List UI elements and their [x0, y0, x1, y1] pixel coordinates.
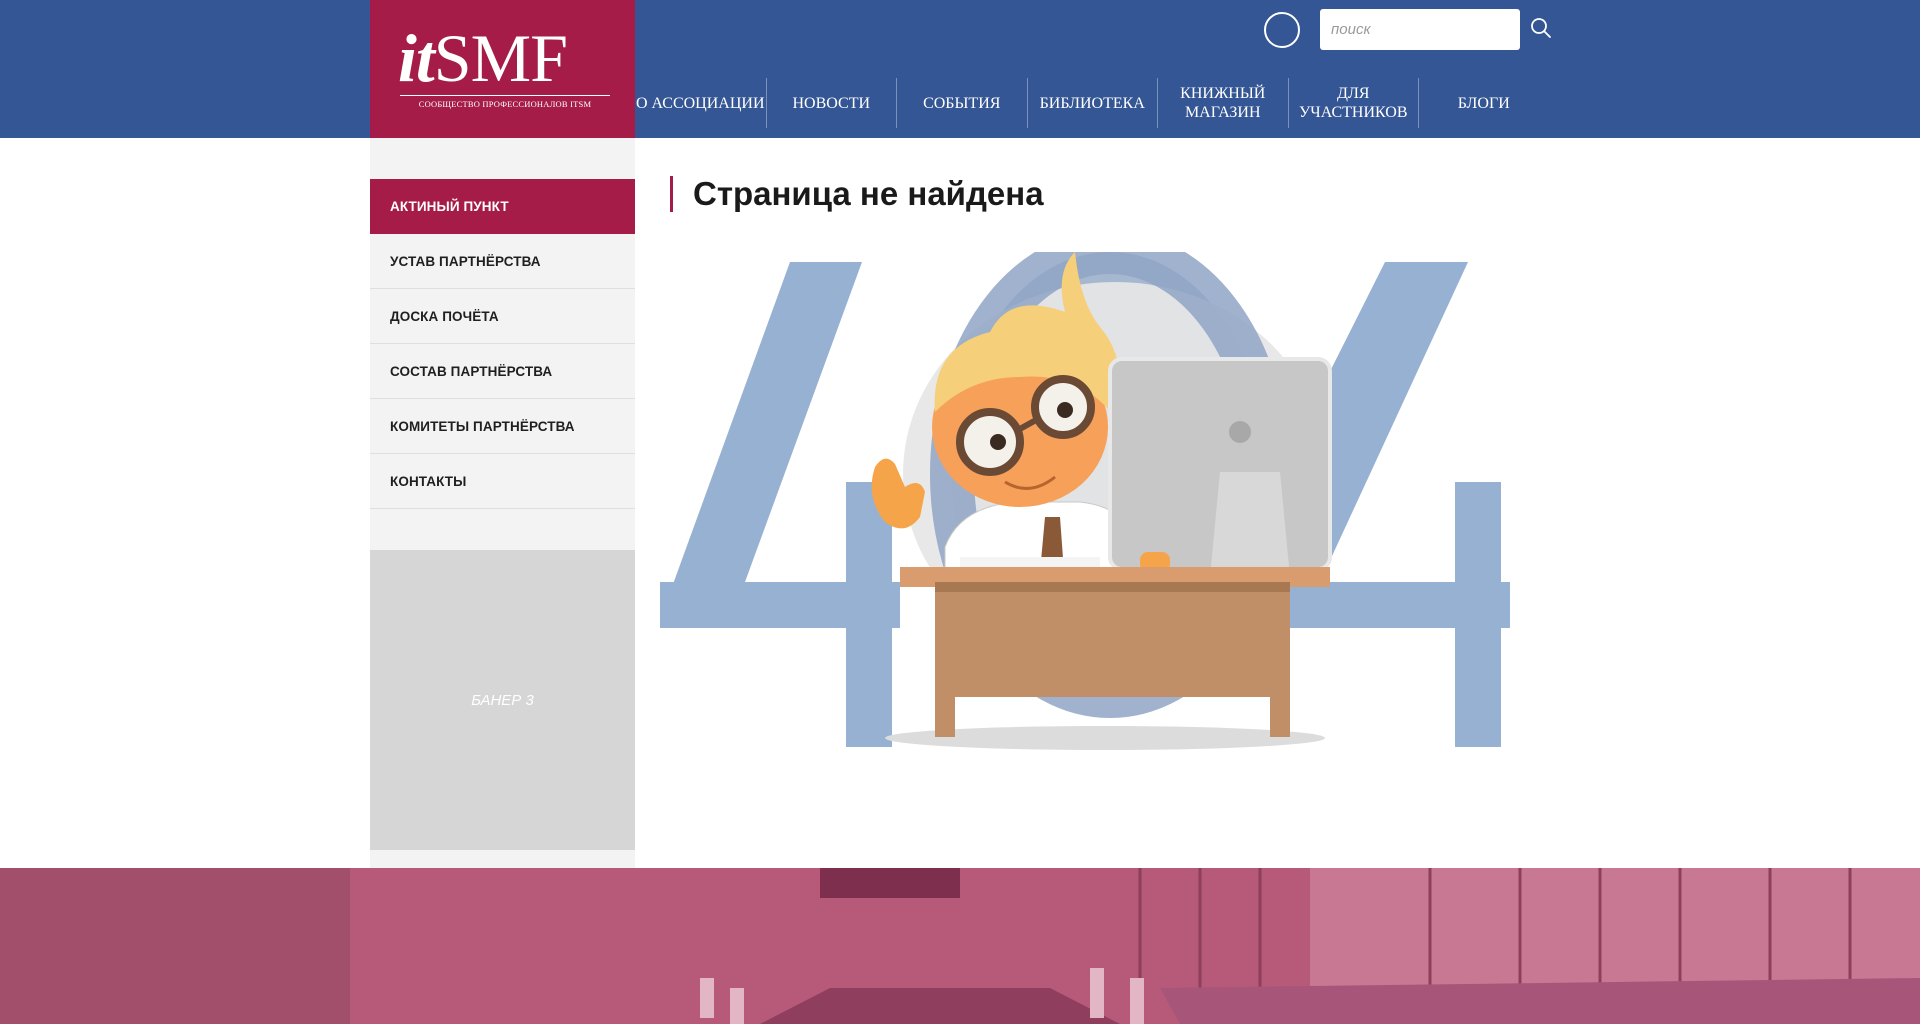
search-icon[interactable] [1529, 16, 1553, 40]
nav-item-news[interactable]: НОВОСТИ [765, 78, 897, 128]
banner-placeholder[interactable]: БАНЕР 3 [370, 550, 635, 850]
circle-icon[interactable] [1264, 12, 1300, 48]
nav-item-members[interactable]: ДЛЯ УЧАСТНИКОВ [1287, 78, 1419, 128]
monitor-icon [1108, 357, 1332, 577]
sidebar-item-charter[interactable]: УСТАВ ПАРТНЁРСТВА [370, 234, 635, 289]
sidebar-item-members[interactable]: СОСТАВ ПАРТНЁРСТВА [370, 344, 635, 399]
digit-four-left-icon [660, 262, 900, 747]
main-navigation: О АССОЦИАЦИИ НОВОСТИ СОБЫТИЯ БИБЛИОТЕКА … [635, 78, 1549, 128]
nav-item-blogs[interactable]: БЛОГИ [1418, 78, 1549, 128]
nav-item-events[interactable]: СОБЫТИЯ [896, 78, 1027, 128]
nav-item-about[interactable]: О АССОЦИАЦИИ [635, 78, 766, 128]
footer-photo [0, 868, 1920, 1024]
sidebar-item-honor-board[interactable]: ДОСКА ПОЧЁТА [370, 289, 635, 344]
sidebar-item-contacts[interactable]: КОНТАКТЫ [370, 454, 635, 509]
logo-tagline: СООБЩЕСТВО ПРОФЕССИОНАЛОВ ITSM [400, 95, 610, 109]
nav-item-bookstore[interactable]: КНИЖНЫЙ МАГАЗИН [1157, 78, 1288, 128]
sidebar: АКТИНЫЙ ПУНКТ УСТАВ ПАРТНЁРСТВА ДОСКА ПО… [370, 138, 635, 868]
site-header: itSMF СООБЩЕСТВО ПРОФЕССИОНАЛОВ ITSM О А… [0, 0, 1920, 138]
sidebar-item-active[interactable]: АКТИНЫЙ ПУНКТ [370, 179, 635, 234]
logo-wordmark: itSMF [398, 20, 568, 96]
error-404-illustration [660, 252, 1510, 750]
sidebar-item-committees[interactable]: КОМИТЕТЫ ПАРТНЁРСТВА [370, 399, 635, 454]
nav-item-library[interactable]: БИБЛИОТЕКА [1026, 78, 1158, 128]
search-input[interactable] [1320, 9, 1520, 50]
page-title: Страница не найдена [670, 176, 1044, 212]
site-logo[interactable]: itSMF СООБЩЕСТВО ПРОФЕССИОНАЛОВ ITSM [370, 0, 635, 138]
